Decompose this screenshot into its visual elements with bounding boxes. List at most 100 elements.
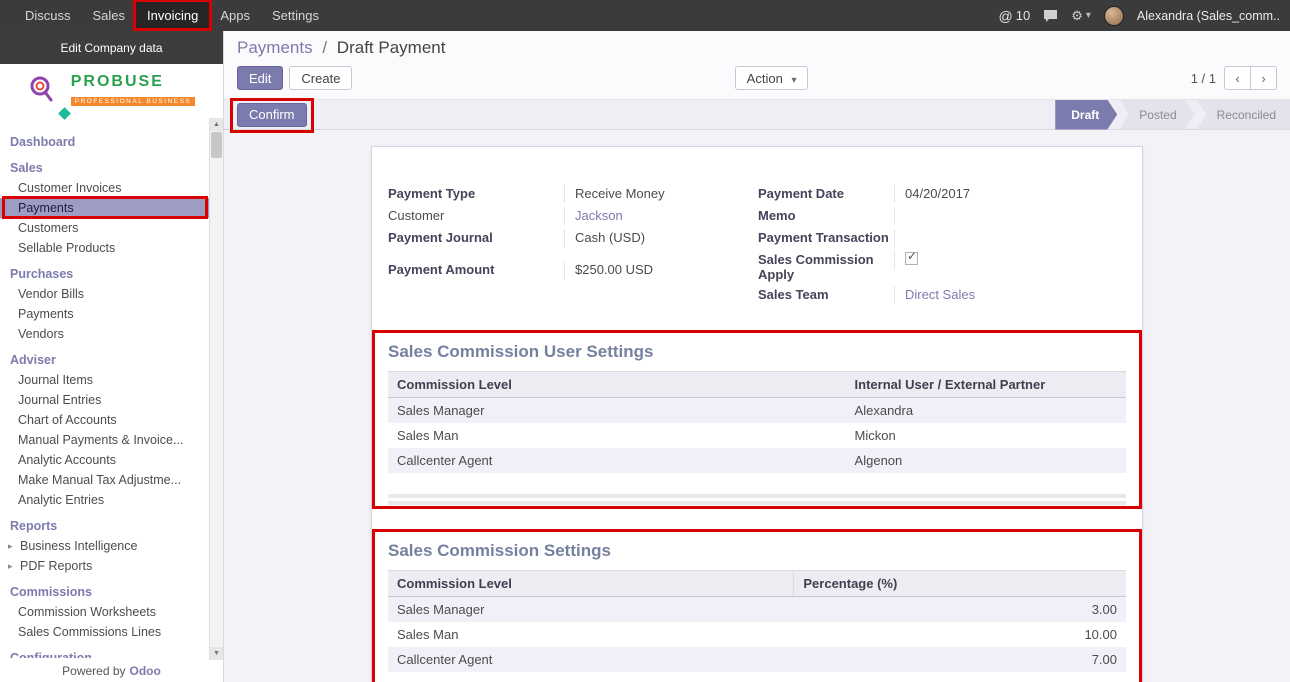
sidebar-item-journal-entries[interactable]: Journal Entries xyxy=(0,390,209,410)
sidebar-item-chart-of-accounts[interactable]: Chart of Accounts xyxy=(0,410,209,430)
field-label-payment-transaction: Payment Transaction xyxy=(758,229,894,245)
control-panel-buttons: Edit Create Action ▾ 1 / 1 ‹ › xyxy=(237,66,1277,90)
sidebar-item-vendors[interactable]: Vendors xyxy=(0,324,209,344)
field-value-sales-team[interactable]: Direct Sales xyxy=(894,286,1124,304)
cell-commission-level: Sales Manager xyxy=(388,398,846,424)
payment-form: Payment Type Receive Money Customer Jack… xyxy=(388,183,1126,306)
empty-rows xyxy=(388,494,1126,505)
user-settings-title: Sales Commission User Settings xyxy=(388,342,1126,362)
sidebar-section-sales[interactable]: Sales xyxy=(0,158,209,178)
sidebar: Edit Company data PROBUSE PROFESSIONAL B… xyxy=(0,31,224,682)
sidebar-section-configuration[interactable]: Configuration xyxy=(0,648,209,658)
logo-title: PROBUSE xyxy=(71,74,196,90)
company-logo[interactable]: PROBUSE PROFESSIONAL BUSINESS xyxy=(0,64,223,118)
scroll-up-icon[interactable]: ▲ xyxy=(210,118,223,131)
pager-next-button[interactable]: › xyxy=(1250,66,1277,90)
main-area: Payments / Draft Payment Edit Create Act… xyxy=(224,31,1290,682)
scroll-down-icon[interactable]: ▼ xyxy=(210,647,223,660)
menu-sales[interactable]: Sales xyxy=(82,0,137,31)
chat-icon[interactable] xyxy=(1043,9,1058,23)
mention-count: 10 xyxy=(1016,8,1030,23)
edit-company-button[interactable]: Edit Company data xyxy=(0,31,223,64)
sidebar-section-commissions[interactable]: Commissions xyxy=(0,582,209,602)
mention-counter[interactable]: @ 10 xyxy=(999,8,1031,24)
cell-commission-level: Callcenter Agent xyxy=(388,647,794,672)
annotation-box-invoicing xyxy=(133,0,212,31)
field-label-payment-date: Payment Date xyxy=(758,185,894,201)
sidebar-scrollbar[interactable]: ▲ ▼ xyxy=(209,118,223,660)
breadcrumb: Payments / Draft Payment xyxy=(237,38,1277,58)
sidebar-section-purchases[interactable]: Purchases xyxy=(0,264,209,284)
sidebar-item-sellable-products[interactable]: Sellable Products xyxy=(0,238,209,258)
commission-settings-title: Sales Commission Settings xyxy=(388,541,1126,561)
sidebar-section-reports[interactable]: Reports xyxy=(0,516,209,536)
cell-user: Algenon xyxy=(846,448,1126,473)
table-row[interactable]: Callcenter Agent Algenon xyxy=(388,448,1126,473)
status-reconciled[interactable]: Reconciled xyxy=(1197,100,1290,130)
sidebar-item-journal-items[interactable]: Journal Items xyxy=(0,370,209,390)
screen: Discuss Sales Invoicing Apps Settings @ … xyxy=(0,0,1290,682)
confirm-button[interactable]: Confirm xyxy=(237,103,307,127)
field-value-payment-journal: Cash (USD) xyxy=(564,229,744,247)
pager-counter: 1 / 1 xyxy=(1191,71,1216,86)
sales-commission-apply-checkbox[interactable]: ✓ xyxy=(905,252,918,265)
sidebar-item-analytic-accounts[interactable]: Analytic Accounts xyxy=(0,450,209,470)
pager-previous-button[interactable]: ‹ xyxy=(1224,66,1251,90)
user-settings-table: Commission Level Internal User / Externa… xyxy=(388,371,1126,473)
cell-commission-level: Callcenter Agent xyxy=(388,448,846,473)
gear-dropdown[interactable]: ⚙ ▾ xyxy=(1071,8,1091,24)
sidebar-item-customers[interactable]: Customers xyxy=(0,218,209,238)
status-draft[interactable]: Draft xyxy=(1055,100,1117,130)
table-row[interactable]: Sales Man Mickon xyxy=(388,423,1126,448)
table-row[interactable]: Sales Manager Alexandra xyxy=(388,398,1126,424)
magnifier-logo-icon xyxy=(28,75,54,108)
app-menu: Discuss Sales Invoicing Apps Settings xyxy=(0,0,330,31)
sidebar-item-label: PDF Reports xyxy=(20,559,92,574)
field-label-customer: Customer xyxy=(388,207,564,223)
cell-user: Mickon xyxy=(846,423,1126,448)
sidebar-item-vendor-bills[interactable]: Vendor Bills xyxy=(0,284,209,304)
breadcrumb-payments[interactable]: Payments xyxy=(237,38,313,57)
cell-commission-level: Sales Manager xyxy=(388,597,794,623)
edit-button[interactable]: Edit xyxy=(237,66,283,90)
table-header-row: Commission Level Percentage (%) xyxy=(388,571,1126,597)
sidebar-item-payments-purchases[interactable]: Payments xyxy=(0,304,209,324)
menu-apps[interactable]: Apps xyxy=(209,0,261,31)
sidebar-item-sales-commissions-lines[interactable]: Sales Commissions Lines xyxy=(0,622,209,642)
user-menu[interactable]: Alexandra (Sales_comm.. xyxy=(1137,9,1280,23)
status-posted[interactable]: Posted xyxy=(1119,100,1194,130)
action-dropdown-button[interactable]: Action ▾ xyxy=(735,66,809,90)
menu-invoicing[interactable]: Invoicing xyxy=(136,0,209,31)
breadcrumb-current: Draft Payment xyxy=(337,38,446,57)
sidebar-item-commission-worksheets[interactable]: Commission Worksheets xyxy=(0,602,209,622)
menu-settings[interactable]: Settings xyxy=(261,0,330,31)
field-value-payment-transaction xyxy=(894,229,1124,247)
cell-commission-level: Sales Man xyxy=(388,622,794,647)
menu-discuss[interactable]: Discuss xyxy=(14,0,82,31)
commission-settings-section: Sales Commission Settings Commission Lev… xyxy=(388,541,1126,672)
sidebar-item-analytic-entries[interactable]: Analytic Entries xyxy=(0,490,209,510)
sidebar-menu: Dashboard Sales Customer Invoices Paymen… xyxy=(0,118,209,658)
table-row[interactable]: Sales Man 10.00 xyxy=(388,622,1126,647)
column-header-commission-level: Commission Level xyxy=(388,571,794,597)
form-view: Payment Type Receive Money Customer Jack… xyxy=(224,130,1290,682)
table-row[interactable]: Sales Manager 3.00 xyxy=(388,597,1126,623)
form-left-column: Payment Type Receive Money Customer Jack… xyxy=(388,183,744,306)
sidebar-section-dashboard[interactable]: Dashboard xyxy=(0,132,209,152)
user-avatar[interactable] xyxy=(1104,6,1124,26)
create-button[interactable]: Create xyxy=(289,66,352,90)
check-icon: ✓ xyxy=(907,249,917,263)
sidebar-item-customer-invoices[interactable]: Customer Invoices xyxy=(0,178,209,198)
sidebar-item-payments-sales[interactable]: Payments xyxy=(0,198,209,218)
sidebar-item-business-intelligence[interactable]: ▸ Business Intelligence xyxy=(0,536,209,556)
sidebar-item-manual-tax-adjustment[interactable]: Make Manual Tax Adjustme... xyxy=(0,470,209,490)
cell-user: Alexandra xyxy=(846,398,1126,424)
sidebar-section-adviser[interactable]: Adviser xyxy=(0,350,209,370)
sidebar-item-pdf-reports[interactable]: ▸ PDF Reports xyxy=(0,556,209,576)
expand-arrow-icon: ▸ xyxy=(8,559,16,574)
table-row[interactable]: Callcenter Agent 7.00 xyxy=(388,647,1126,672)
field-value-customer[interactable]: Jackson xyxy=(564,207,744,225)
scrollbar-thumb[interactable] xyxy=(211,132,222,158)
odoo-link[interactable]: Odoo xyxy=(130,664,161,678)
sidebar-item-manual-payments[interactable]: Manual Payments & Invoice... xyxy=(0,430,209,450)
